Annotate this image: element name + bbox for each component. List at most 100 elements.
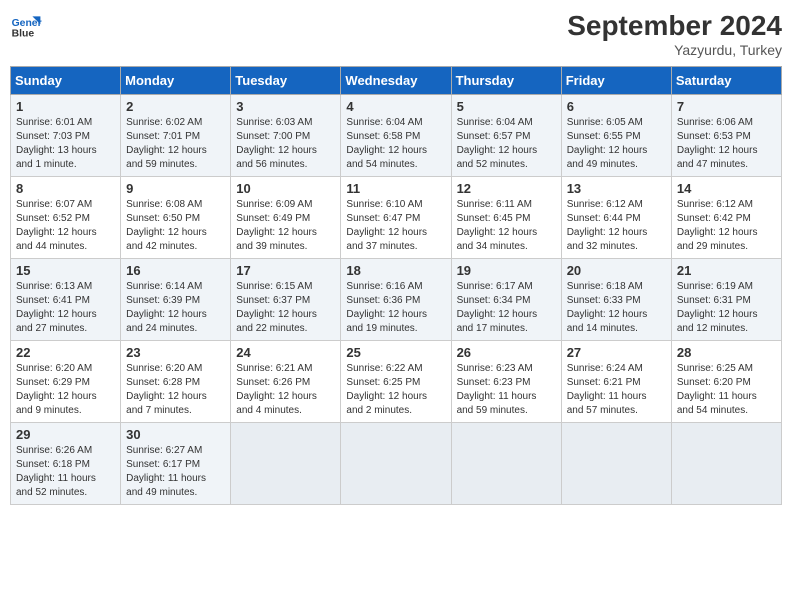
calendar-cell: 23 Sunrise: 6:20 AM Sunset: 6:28 PM Dayli… [121, 341, 231, 423]
calendar-week-row: 22 Sunrise: 6:20 AM Sunset: 6:29 PM Dayli… [11, 341, 782, 423]
weekday-header-friday: Friday [561, 67, 671, 95]
day-info: Sunrise: 6:11 AM Sunset: 6:45 PM Dayligh… [457, 198, 556, 254]
calendar-cell: 25Sunrise: 6:22 AM Sunset: 6:25 PM Dayli… [341, 341, 451, 423]
day-number: 28 [677, 345, 776, 360]
calendar-cell [451, 423, 561, 505]
day-number: 23 [126, 345, 225, 360]
calendar-cell: 4 Sunrise: 6:04 AM Sunset: 6:58 PM Daylig… [341, 95, 451, 177]
calendar-cell: 7 Sunrise: 6:06 AM Sunset: 6:53 PM Daylig… [671, 95, 781, 177]
calendar-cell: 26 Sunrise: 6:23 AM Sunset: 6:23 PM Dayli… [451, 341, 561, 423]
calendar-cell: 29 Sunrise: 6:26 AM Sunset: 6:18 PM Dayli… [11, 423, 121, 505]
day-info: Sunrise: 6:27 AM Sunset: 6:17 PM Dayligh… [126, 444, 225, 500]
day-number: 18 [346, 263, 445, 278]
calendar-cell: 9 Sunrise: 6:08 AM Sunset: 6:50 PM Daylig… [121, 177, 231, 259]
day-number: 3 [236, 99, 335, 114]
day-info: Sunrise: 6:09 AM Sunset: 6:49 PM Dayligh… [236, 198, 335, 254]
logo-icon: General Blue [10, 10, 42, 42]
day-info: Sunrise: 6:12 AM Sunset: 6:42 PM Dayligh… [677, 198, 776, 254]
day-number: 12 [457, 181, 556, 196]
day-info: Sunrise: 6:19 AM Sunset: 6:31 PM Dayligh… [677, 280, 776, 336]
day-number: 6 [567, 99, 666, 114]
day-number: 25 [346, 345, 445, 360]
day-number: 26 [457, 345, 556, 360]
location-title: Yazyurdu, Turkey [567, 42, 782, 58]
day-info: Sunrise: 6:17 AM Sunset: 6:34 PM Dayligh… [457, 280, 556, 336]
calendar-week-row: 15 Sunrise: 6:13 AM Sunset: 6:41 PM Dayli… [11, 259, 782, 341]
day-number: 15 [16, 263, 115, 278]
calendar-cell: 14 Sunrise: 6:12 AM Sunset: 6:42 PM Dayli… [671, 177, 781, 259]
calendar-cell: 30 Sunrise: 6:27 AM Sunset: 6:17 PM Dayli… [121, 423, 231, 505]
month-title: September 2024 [567, 10, 782, 42]
weekday-header-sunday: Sunday [11, 67, 121, 95]
calendar-cell: 5Sunrise: 6:04 AM Sunset: 6:57 PM Daylig… [451, 95, 561, 177]
calendar-cell: 18 Sunrise: 6:16 AM Sunset: 6:36 PM Dayli… [341, 259, 451, 341]
calendar-cell [671, 423, 781, 505]
weekday-header-thursday: Thursday [451, 67, 561, 95]
calendar-cell [231, 423, 341, 505]
day-info: Sunrise: 6:13 AM Sunset: 6:41 PM Dayligh… [16, 280, 115, 336]
day-info: Sunrise: 6:03 AM Sunset: 7:00 PM Dayligh… [236, 116, 335, 172]
calendar-cell: 1 Sunrise: 6:01 AM Sunset: 7:03 PM Daylig… [11, 95, 121, 177]
day-info: Sunrise: 6:05 AM Sunset: 6:55 PM Dayligh… [567, 116, 666, 172]
day-number: 27 [567, 345, 666, 360]
day-info: Sunrise: 6:21 AM Sunset: 6:26 PM Dayligh… [236, 362, 335, 418]
day-number: 30 [126, 427, 225, 442]
day-info: Sunrise: 6:26 AM Sunset: 6:18 PM Dayligh… [16, 444, 115, 500]
day-info: Sunrise: 6:06 AM Sunset: 6:53 PM Dayligh… [677, 116, 776, 172]
day-info: Sunrise: 6:15 AM Sunset: 6:37 PM Dayligh… [236, 280, 335, 336]
day-number: 4 [346, 99, 445, 114]
day-number: 16 [126, 263, 225, 278]
day-number: 22 [16, 345, 115, 360]
day-info: Sunrise: 6:08 AM Sunset: 6:50 PM Dayligh… [126, 198, 225, 254]
day-number: 24 [236, 345, 335, 360]
day-number: 14 [677, 181, 776, 196]
calendar-cell [341, 423, 451, 505]
day-number: 9 [126, 181, 225, 196]
weekday-header-monday: Monday [121, 67, 231, 95]
day-number: 19 [457, 263, 556, 278]
day-info: Sunrise: 6:04 AM Sunset: 6:58 PM Dayligh… [346, 116, 445, 172]
day-number: 17 [236, 263, 335, 278]
calendar-cell: 10 Sunrise: 6:09 AM Sunset: 6:49 PM Dayli… [231, 177, 341, 259]
day-number: 11 [346, 181, 445, 196]
calendar-cell: 13 Sunrise: 6:12 AM Sunset: 6:44 PM Dayli… [561, 177, 671, 259]
calendar-header-row: SundayMondayTuesdayWednesdayThursdayFrid… [11, 67, 782, 95]
day-info: Sunrise: 6:20 AM Sunset: 6:28 PM Dayligh… [126, 362, 225, 418]
calendar-cell [561, 423, 671, 505]
calendar-cell: 12 Sunrise: 6:11 AM Sunset: 6:45 PM Dayli… [451, 177, 561, 259]
calendar-week-row: 8 Sunrise: 6:07 AM Sunset: 6:52 PM Daylig… [11, 177, 782, 259]
day-info: Sunrise: 6:25 AM Sunset: 6:20 PM Dayligh… [677, 362, 776, 418]
weekday-header-wednesday: Wednesday [341, 67, 451, 95]
calendar-week-row: 1 Sunrise: 6:01 AM Sunset: 7:03 PM Daylig… [11, 95, 782, 177]
day-info: Sunrise: 6:23 AM Sunset: 6:23 PM Dayligh… [457, 362, 556, 418]
calendar-table: SundayMondayTuesdayWednesdayThursdayFrid… [10, 66, 782, 505]
calendar-cell: 22 Sunrise: 6:20 AM Sunset: 6:29 PM Dayli… [11, 341, 121, 423]
day-number: 29 [16, 427, 115, 442]
calendar-cell: 11Sunrise: 6:10 AM Sunset: 6:47 PM Dayli… [341, 177, 451, 259]
calendar-cell: 17 Sunrise: 6:15 AM Sunset: 6:37 PM Dayli… [231, 259, 341, 341]
title-area: September 2024 Yazyurdu, Turkey [567, 10, 782, 58]
day-info: Sunrise: 6:20 AM Sunset: 6:29 PM Dayligh… [16, 362, 115, 418]
day-info: Sunrise: 6:16 AM Sunset: 6:36 PM Dayligh… [346, 280, 445, 336]
weekday-header-tuesday: Tuesday [231, 67, 341, 95]
day-info: Sunrise: 6:04 AM Sunset: 6:57 PM Dayligh… [457, 116, 556, 172]
calendar-cell: 28 Sunrise: 6:25 AM Sunset: 6:20 PM Dayli… [671, 341, 781, 423]
day-number: 8 [16, 181, 115, 196]
logo: General Blue [10, 10, 42, 42]
day-info: Sunrise: 6:07 AM Sunset: 6:52 PM Dayligh… [16, 198, 115, 254]
day-info: Sunrise: 6:01 AM Sunset: 7:03 PM Dayligh… [16, 116, 115, 172]
day-number: 7 [677, 99, 776, 114]
day-info: Sunrise: 6:14 AM Sunset: 6:39 PM Dayligh… [126, 280, 225, 336]
day-number: 13 [567, 181, 666, 196]
calendar-week-row: 29 Sunrise: 6:26 AM Sunset: 6:18 PM Dayli… [11, 423, 782, 505]
day-info: Sunrise: 6:12 AM Sunset: 6:44 PM Dayligh… [567, 198, 666, 254]
day-number: 10 [236, 181, 335, 196]
calendar-cell: 16 Sunrise: 6:14 AM Sunset: 6:39 PM Dayli… [121, 259, 231, 341]
day-number: 2 [126, 99, 225, 114]
svg-text:Blue: Blue [12, 28, 35, 39]
calendar-cell: 21Sunrise: 6:19 AM Sunset: 6:31 PM Dayli… [671, 259, 781, 341]
calendar-cell: 2Sunrise: 6:02 AM Sunset: 7:01 PM Daylig… [121, 95, 231, 177]
day-number: 1 [16, 99, 115, 114]
calendar-cell: 20Sunrise: 6:18 AM Sunset: 6:33 PM Dayli… [561, 259, 671, 341]
page-header: General Blue September 2024 Yazyurdu, Tu… [10, 10, 782, 58]
